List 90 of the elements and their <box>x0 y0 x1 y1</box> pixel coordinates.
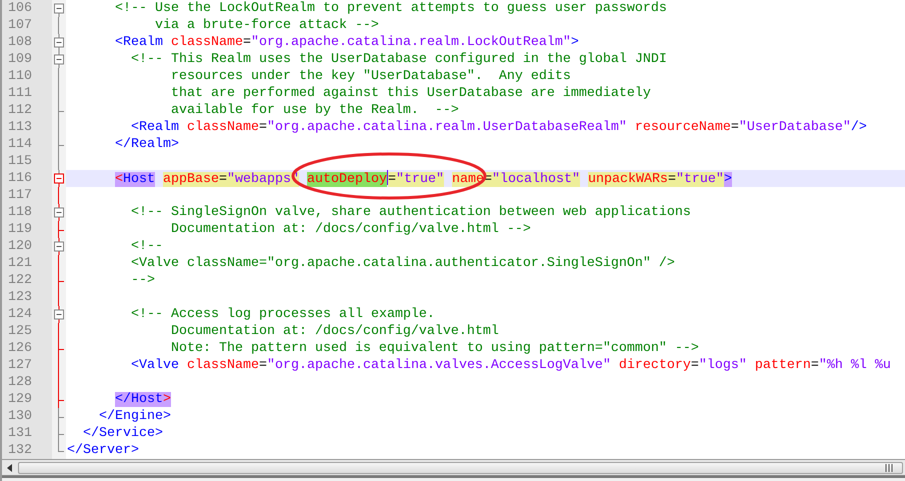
attribute-value: "UserDatabase" <box>738 120 851 135</box>
attribute-name: name <box>452 172 484 187</box>
xml-tag: Host <box>123 172 155 187</box>
fold-minus-icon[interactable] <box>54 238 64 255</box>
fold-minus-icon[interactable] <box>54 204 64 221</box>
line-number: 114 <box>2 136 52 153</box>
code-comment: --> <box>131 273 155 288</box>
equals-sign: = <box>242 35 251 50</box>
attribute-name: pattern <box>754 358 811 373</box>
line-number: 129 <box>2 391 52 408</box>
code-comment: available for use by the Realm. --> <box>170 103 459 118</box>
equals-sign: = <box>810 358 819 373</box>
line-number: 125 <box>2 323 52 340</box>
attribute-value: "localhost" <box>492 172 580 187</box>
fold-minus-icon[interactable] <box>54 51 64 68</box>
line-number: 108 <box>2 34 52 51</box>
fold-minus-icon[interactable] <box>54 306 64 323</box>
tag-bracket: > <box>163 392 171 407</box>
code-comment: <!-- <box>131 239 163 254</box>
line-number: 118 <box>2 204 52 221</box>
line-number: 110 <box>2 68 52 85</box>
line-number: 119 <box>2 221 52 238</box>
attribute-value: "%h %l %u <box>818 358 891 373</box>
line-number: 107 <box>2 17 52 34</box>
xml-tag: <Valve <box>131 358 179 373</box>
equals-sign: = <box>690 358 699 373</box>
line-number: 116 <box>2 170 52 187</box>
line-number: 106 <box>2 0 52 17</box>
line-number: 113 <box>2 119 52 136</box>
line-number: 128 <box>2 374 52 391</box>
line-number: 124 <box>2 306 52 323</box>
grip-icon <box>884 464 894 472</box>
equals-sign: = <box>258 358 267 373</box>
attribute-name: appBase <box>163 172 219 187</box>
xml-tag: </Host <box>115 392 163 407</box>
attribute-value: "org.apache.catalina.realm.UserDatabaseRealm" <box>266 120 627 135</box>
code-comment: Documentation at: /docs/config/valve.html --> <box>170 222 531 237</box>
line-number: 123 <box>2 289 52 306</box>
horizontal-scrollbar[interactable] <box>2 459 905 476</box>
attribute-name: resourceName <box>634 120 731 135</box>
code-comment: <Valve className="org.apache.catalina.authenticator.SingleSignOn" /> <box>131 256 675 271</box>
xml-tag: </Engine> <box>99 409 171 424</box>
attribute-name: className <box>187 358 259 373</box>
code-comment: <!-- This Realm uses the UserDatabase configured in the global JNDI <box>131 52 667 67</box>
equals-sign: = <box>219 172 227 187</box>
xml-tag: </Service> <box>83 426 163 441</box>
fold-minus-icon[interactable] <box>54 170 64 187</box>
fold-minus-icon[interactable] <box>54 34 64 51</box>
equals-sign: = <box>730 120 739 135</box>
xml-tag: <Realm <box>131 120 179 135</box>
line-number: 112 <box>2 102 52 119</box>
attribute-value: "logs" <box>698 358 747 373</box>
code-comment: that are performed against this UserDatabase are immediately <box>170 86 651 101</box>
equals-sign: = <box>258 120 267 135</box>
code-editor[interactable] <box>2 0 905 459</box>
attribute-name: className <box>187 120 259 135</box>
xml-tag: </Server> <box>67 443 139 458</box>
line-number: 127 <box>2 357 52 374</box>
attribute-value: "org.apache.catalina.realm.LockOutRealm" <box>250 35 571 50</box>
code-comment: <!-- Access log processes all example. <box>131 307 435 322</box>
line-number: 117 <box>2 187 52 204</box>
line-number: 126 <box>2 340 52 357</box>
line-number: 132 <box>2 442 52 459</box>
attribute-name: autoDeploy <box>306 172 387 187</box>
attribute-value: "org.apache.catalina.valves.AccessLogValve" <box>266 358 611 373</box>
code-comment: Documentation at: /docs/config/valve.html <box>170 324 499 339</box>
xml-tag: </Realm> <box>115 137 179 152</box>
code-comment: <!-- SingleSignOn valve, share authentication between web applications <box>131 205 691 220</box>
attribute-name: directory <box>618 358 691 373</box>
code-comment: <!-- Use the LockOutRealm to prevent attempts to guess user passwords <box>115 1 667 16</box>
code-comment: via a brute-force attack --> <box>154 18 379 33</box>
xml-tag: /> <box>850 120 867 135</box>
code-comment: Note: The pattern used is equivalent to using pattern="common" --> <box>170 341 699 356</box>
line-number: 109 <box>2 51 52 68</box>
attribute-value: "true" <box>396 172 444 187</box>
line-number: 130 <box>2 408 52 425</box>
xml-tag: <Realm <box>115 35 163 50</box>
attribute-name: unpackWARs <box>588 172 668 187</box>
line-number: 121 <box>2 255 52 272</box>
line-number: 120 <box>2 238 52 255</box>
line-number: 115 <box>2 153 52 170</box>
tag-bracket: < <box>115 172 123 187</box>
attribute-name: className <box>171 35 243 50</box>
line-number: 111 <box>2 85 52 102</box>
attribute-value: "true" <box>676 172 724 187</box>
line-number: 122 <box>2 272 52 289</box>
code-comment: resources under the key "UserDatabase". Any edits <box>170 69 571 84</box>
line-number: 131 <box>2 425 52 442</box>
scrollbar-thumb[interactable] <box>18 462 903 474</box>
xml-tag: > <box>570 35 579 50</box>
